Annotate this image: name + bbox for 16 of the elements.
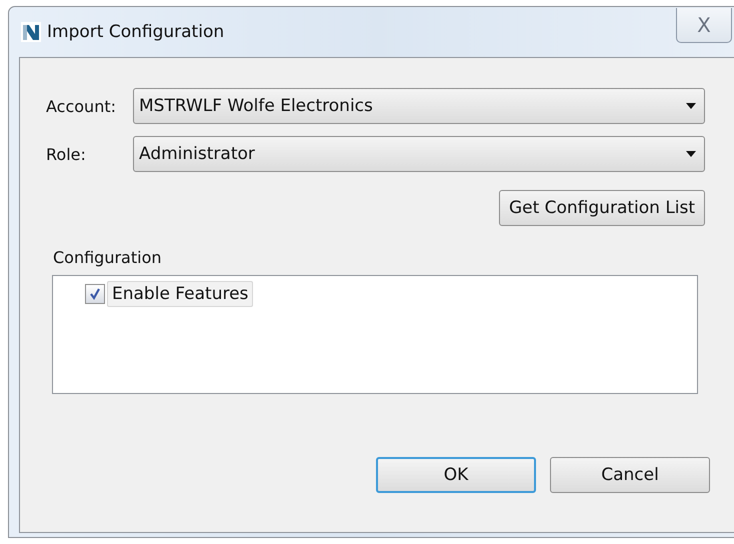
checkbox[interactable] <box>85 284 105 304</box>
window-title: Import Configuration <box>47 22 224 42</box>
close-button[interactable]: X <box>676 8 732 43</box>
check-icon <box>88 287 102 301</box>
dropdown[interactable]: MSTRWLF Wolfe Electronics <box>133 88 705 124</box>
section-label: Configuration <box>53 248 163 267</box>
dropdown[interactable]: Administrator <box>133 136 705 172</box>
field-label: Role: <box>46 144 87 164</box>
get-list-button[interactable]: Get Configuration List <box>499 190 705 226</box>
dialog-button[interactable]: OK <box>376 457 536 493</box>
caret-icon <box>686 103 696 109</box>
tree-item[interactable]: Enable Features <box>107 281 254 307</box>
caret-icon <box>686 151 696 157</box>
app-logo-icon <box>21 22 41 42</box>
dialog-button[interactable]: Cancel <box>550 457 710 493</box>
field-label: Account: <box>46 96 117 116</box>
